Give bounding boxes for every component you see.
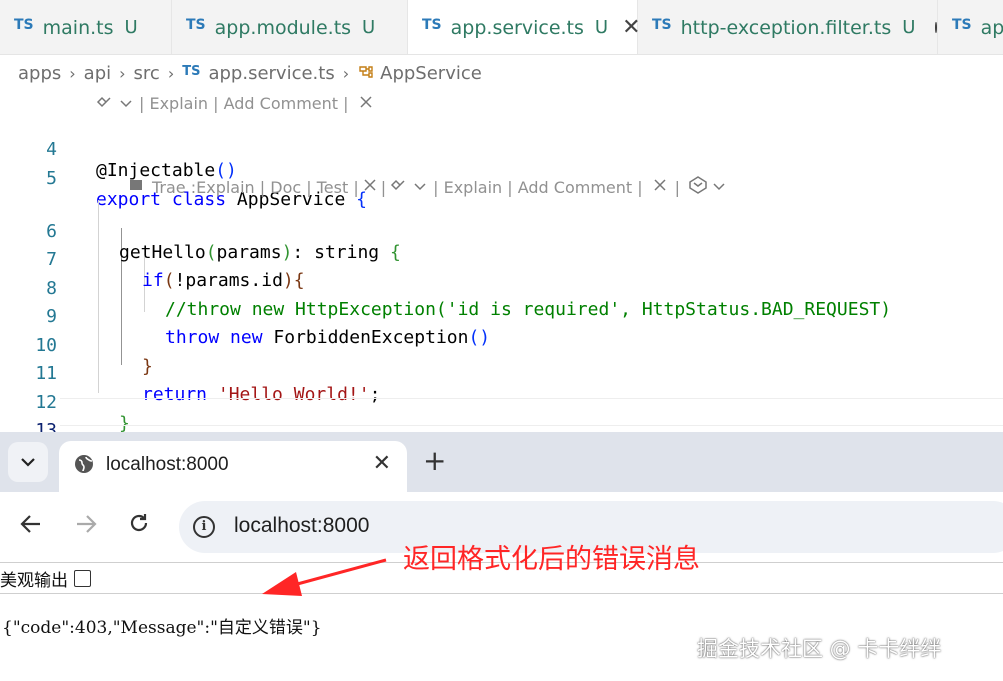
unsaved-dot-icon[interactable]: [935, 22, 937, 33]
tab-label: main.ts: [42, 16, 114, 39]
typescript-file-icon: TS: [952, 16, 972, 33]
tab-main-ts[interactable]: TS main.ts U: [0, 0, 172, 54]
chevron-down-icon[interactable]: [119, 95, 133, 113]
close-icon[interactable]: [363, 178, 377, 196]
ai-assist-icon[interactable]: [390, 178, 410, 196]
json-response: {"code":403,"Message":"自定义错误"}: [2, 618, 322, 638]
codelens-links[interactable]: | Explain | Add Comment |: [433, 178, 643, 197]
code-line-12: 12 }: [0, 371, 1003, 434]
chevron-down-icon: [21, 458, 35, 467]
tab-label: ap: [980, 16, 1003, 39]
browser-tab[interactable]: localhost:8000 ✕: [59, 441, 407, 492]
arrow-left-icon: [20, 515, 40, 533]
tab-search-button[interactable]: [8, 442, 48, 482]
address-url[interactable]: localhost:8000: [234, 514, 369, 538]
reload-button[interactable]: [128, 512, 150, 540]
untracked-badge: U: [594, 17, 609, 38]
forward-button[interactable]: [75, 512, 97, 540]
chevron-down-icon[interactable]: [712, 178, 726, 196]
browser-tab-title: localhost:8000: [106, 454, 229, 475]
class-symbol-icon: [357, 63, 374, 84]
tab-label: app.service.ts: [450, 16, 584, 39]
code-line-10: 10 }: [0, 314, 1003, 377]
tab-label: app.module.ts: [214, 16, 352, 39]
typescript-file-icon: TS: [182, 63, 201, 79]
page-content: 美观输出 {"code":403,"Message":"自定义错误"}: [0, 562, 1003, 681]
annotation-text: 返回格式化后的错误消息: [403, 544, 700, 575]
breadcrumb: apps › api › src › TS app.service.ts › A…: [0, 55, 1003, 91]
codelens-links[interactable]: | Explain | Add Comment |: [139, 94, 349, 113]
new-tab-button[interactable]: +: [423, 444, 446, 477]
close-icon[interactable]: [653, 178, 667, 196]
untracked-badge: U: [362, 17, 376, 38]
separator: |: [380, 177, 387, 197]
untracked-badge: U: [124, 17, 138, 38]
chevron-right-icon: ›: [167, 63, 175, 83]
chevron-right-icon: ›: [342, 63, 350, 83]
code-line-6: 6 getHello(params): string {: [0, 200, 1003, 263]
chevron-down-icon[interactable]: [413, 178, 427, 196]
typescript-file-icon: TS: [422, 16, 442, 33]
trae-icon: [128, 177, 144, 197]
breadcrumb-item-class[interactable]: AppService: [380, 63, 482, 84]
close-icon[interactable]: [359, 95, 373, 113]
browser-tab-strip: localhost:8000 ✕ +: [0, 432, 1003, 492]
breadcrumb-item-src[interactable]: src: [134, 63, 160, 84]
code-line-7: 7 if(!params.id){: [0, 228, 1003, 291]
typescript-file-icon: TS: [652, 16, 672, 33]
close-icon[interactable]: ✕: [373, 451, 391, 476]
code-line-4: 4 @Injectable(): [0, 118, 1003, 181]
copilot-icon[interactable]: [686, 175, 710, 199]
code-line-5: 5 export class AppService {: [0, 147, 1003, 210]
chevron-right-icon: ›: [119, 63, 126, 83]
separator: |: [674, 177, 681, 197]
globe-icon: [75, 455, 93, 473]
codelens-top: | Explain | Add Comment |: [96, 94, 373, 113]
codelens-method: Trae :Explain | Doc | Test | | | Explain…: [128, 175, 726, 199]
breadcrumb-item-api[interactable]: api: [84, 63, 111, 84]
chevron-right-icon: ›: [69, 63, 76, 83]
pretty-print-label: 美观输出: [0, 571, 68, 591]
typescript-file-icon: TS: [14, 16, 34, 33]
breadcrumb-item-file[interactable]: app.service.ts: [208, 63, 334, 84]
typescript-file-icon: TS: [186, 16, 206, 33]
site-info-icon[interactable]: i: [193, 516, 215, 538]
tab-overflow[interactable]: TS ap: [938, 0, 1003, 54]
tab-http-exception-filter-ts[interactable]: TS http-exception.filter.ts U: [638, 0, 938, 54]
watermark: 掘金技术社区 @ 卡卡绊绊: [697, 637, 942, 661]
pretty-print-checkbox[interactable]: [74, 570, 91, 587]
line-number: 5: [46, 168, 57, 189]
tab-app-module-ts[interactable]: TS app.module.ts U: [172, 0, 408, 54]
reload-icon: [130, 514, 148, 532]
breadcrumb-item-apps[interactable]: apps: [18, 63, 61, 84]
editor-tab-bar: TS main.ts U TS app.module.ts U TS app.s…: [0, 0, 1003, 55]
back-button[interactable]: [20, 512, 42, 540]
tab-label: http-exception.filter.ts: [680, 16, 892, 39]
untracked-badge: U: [902, 17, 916, 38]
ai-assist-icon[interactable]: [96, 95, 116, 113]
code-line-13: 13 }: [0, 399, 1003, 462]
codelens-trae-links[interactable]: Trae :Explain | Doc | Test |: [152, 178, 359, 197]
arrow-right-icon: [77, 515, 97, 533]
code-line-9: 9 throw new ForbiddenException(): [0, 285, 1003, 348]
tab-app-service-ts[interactable]: TS app.service.ts U ✕: [408, 0, 641, 54]
code-line-8: 8 //throw new HttpException('id is requi…: [0, 257, 1003, 320]
code-line-11: 11 return 'Hello World!';: [0, 342, 1003, 405]
code-editor[interactable]: | Explain | Add Comment | 4 @Injectable(…: [0, 91, 1003, 462]
